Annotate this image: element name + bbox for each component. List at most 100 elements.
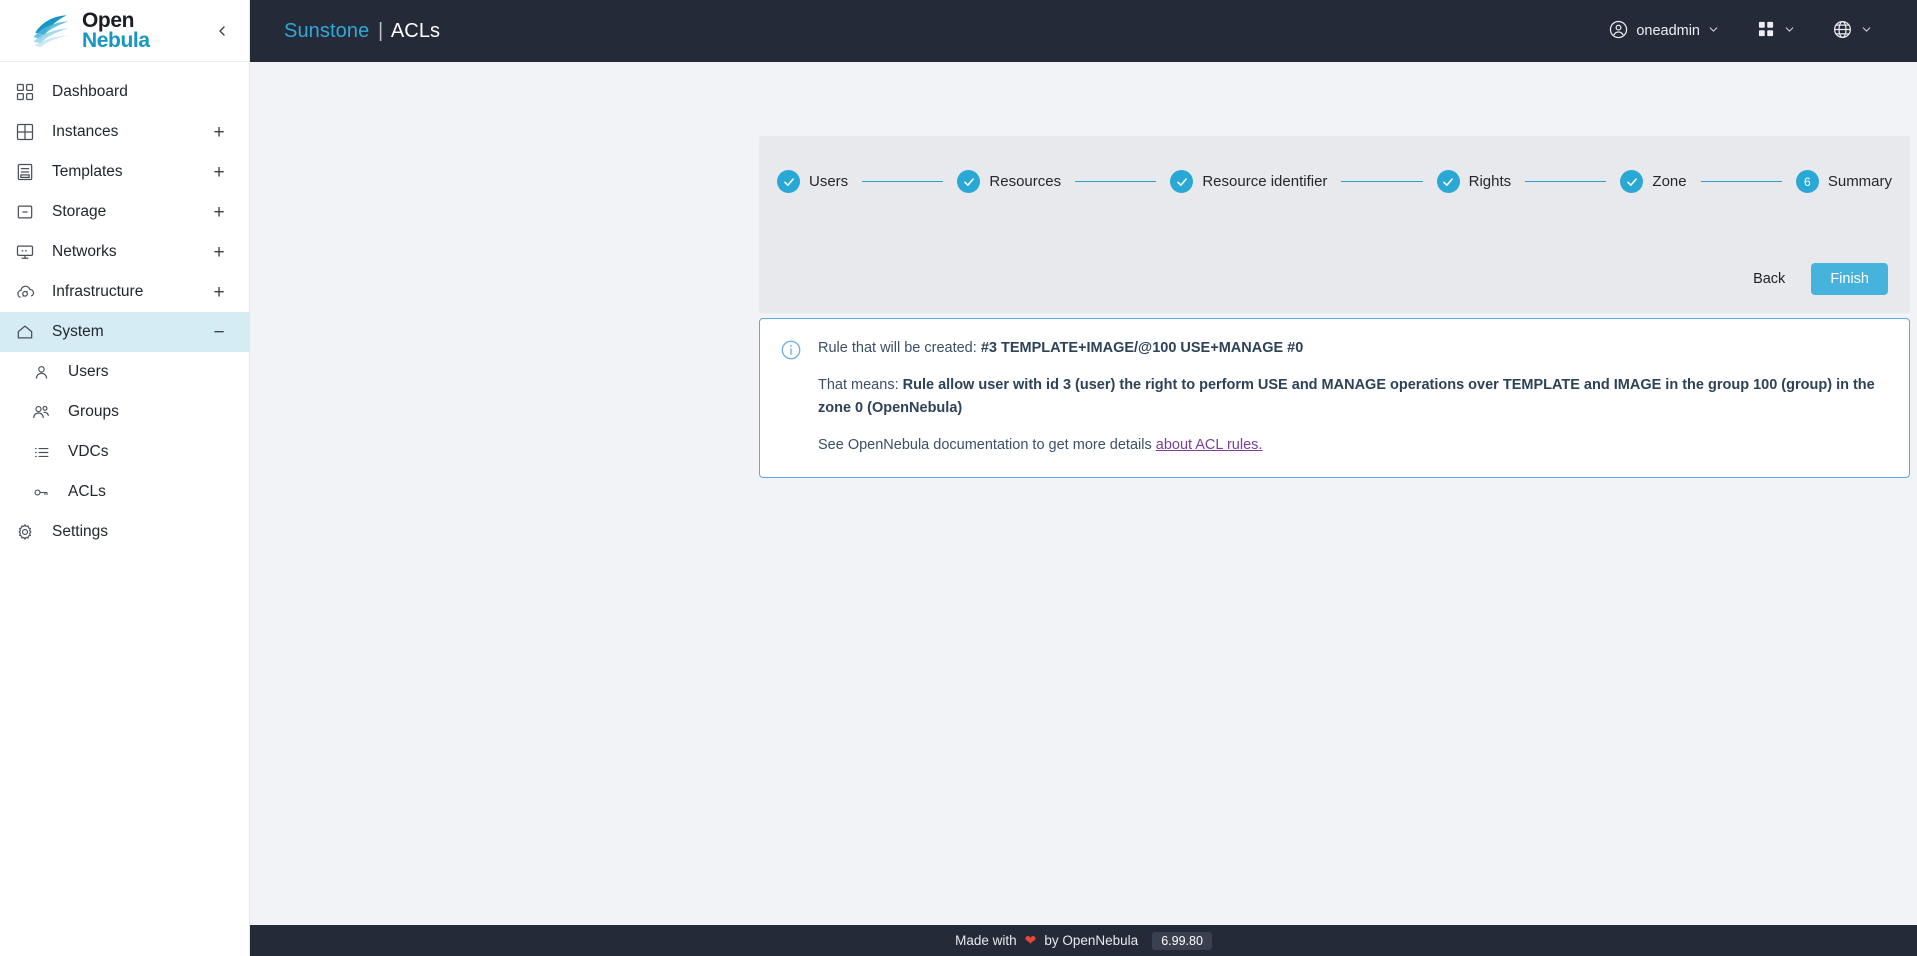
cloud-icon xyxy=(12,279,38,305)
sidebar-item-groups[interactable]: Groups xyxy=(0,392,249,432)
brand-line-open: Open xyxy=(82,8,135,32)
step-resources[interactable]: Resources xyxy=(957,170,1061,193)
sidebar-item-storage[interactable]: Storage + xyxy=(0,192,249,232)
sidebar-item-acls[interactable]: ACLs xyxy=(0,472,249,512)
alert-meaning-prefix: That means: xyxy=(818,377,903,394)
sidebar-collapse-button[interactable] xyxy=(209,18,235,44)
users-icon xyxy=(28,399,54,425)
app-root: Open Nebula Dashboard Instances + Templa… xyxy=(0,0,1917,956)
sidebar-label: Groups xyxy=(68,403,119,420)
wizard-stepper: Users Resources Resource identifier Righ… xyxy=(759,136,1910,193)
key-icon xyxy=(28,479,54,505)
footer-made-with-label: Made with xyxy=(955,933,1017,948)
opennebula-logo-icon xyxy=(30,10,72,52)
step-zone[interactable]: Zone xyxy=(1620,170,1687,193)
step-label: Resource identifier xyxy=(1202,173,1328,190)
chevron-down-icon xyxy=(1860,23,1873,39)
sidebar: Open Nebula Dashboard Instances + Templa… xyxy=(0,0,250,956)
sidebar-label: System xyxy=(52,323,104,340)
gear-icon xyxy=(12,519,38,545)
alert-rule-prefix: Rule that will be created: xyxy=(818,340,981,356)
sidebar-label: Users xyxy=(68,363,109,380)
sidebar-logo-row: Open Nebula xyxy=(0,0,249,62)
user-menu-button[interactable]: oneadmin xyxy=(1598,13,1730,50)
sidebar-expander[interactable]: + xyxy=(211,283,227,302)
sidebar-item-vdcs[interactable]: VDCs xyxy=(0,432,249,472)
page-title: Sunstone | ACLs xyxy=(284,20,440,43)
sidebar-label: Dashboard xyxy=(52,83,128,100)
template-icon xyxy=(12,159,38,185)
chevron-down-icon xyxy=(1707,23,1720,39)
alert-rule-value: #3 TEMPLATE+IMAGE/@100 USE+MANAGE #0 xyxy=(980,340,1304,356)
storage-icon xyxy=(12,199,38,225)
step-label: Summary xyxy=(1827,173,1893,190)
step-connector xyxy=(1075,181,1157,182)
finish-button[interactable]: Finish xyxy=(1811,263,1888,295)
brand-line-nebula: Nebula xyxy=(82,28,150,52)
list-icon xyxy=(28,439,54,465)
sidebar-item-users[interactable]: Users xyxy=(0,352,249,392)
step-connector xyxy=(862,181,944,182)
topbar-brand: Sunstone xyxy=(284,19,370,42)
sidebar-label: Networks xyxy=(52,243,117,260)
check-icon xyxy=(1170,170,1194,193)
alert-rule-line: Rule that will be created: #3 TEMPLATE+I… xyxy=(818,337,1889,359)
sidebar-label: Templates xyxy=(52,163,123,180)
sidebar-item-infrastructure[interactable]: Infrastructure + xyxy=(0,272,249,312)
step-connector xyxy=(1700,181,1782,182)
sidebar-nav: Dashboard Instances + Templates + Storag… xyxy=(0,62,249,956)
step-resource-identifier[interactable]: Resource identifier xyxy=(1170,170,1327,193)
info-circle-icon xyxy=(780,337,804,457)
alert-docs-prefix: See OpenNebula documentation to get more… xyxy=(818,437,1156,454)
step-summary[interactable]: 6 Summary xyxy=(1795,170,1893,193)
content-area: Users Resources Resource identifier Righ… xyxy=(250,62,1917,925)
check-icon xyxy=(957,170,981,193)
apps-grid-icon xyxy=(1756,19,1776,43)
brand-wordmark: Open Nebula xyxy=(82,8,199,52)
sidebar-expander[interactable]: − xyxy=(211,323,227,342)
check-icon xyxy=(777,170,800,193)
back-button[interactable]: Back xyxy=(1743,264,1795,294)
language-menu-button[interactable] xyxy=(1822,13,1883,50)
sidebar-label: VDCs xyxy=(68,443,109,460)
top-bar: Sunstone | ACLs oneadmin xyxy=(250,0,1917,62)
wizard-panel: Users Resources Resource identifier Righ… xyxy=(759,136,1910,313)
dashboard-icon xyxy=(12,79,38,105)
step-users[interactable]: Users xyxy=(777,170,848,193)
alert-body: Rule that will be created: #3 TEMPLATE+I… xyxy=(818,337,1889,457)
version-badge: 6.99.80 xyxy=(1152,931,1212,950)
sidebar-expander[interactable]: + xyxy=(211,203,227,222)
user-icon xyxy=(28,359,54,385)
acl-rules-doc-link[interactable]: about ACL rules. xyxy=(1156,437,1263,453)
step-label: Rights xyxy=(1468,173,1512,190)
rule-summary-alert: Rule that will be created: #3 TEMPLATE+I… xyxy=(759,318,1910,478)
home-icon xyxy=(12,319,38,345)
network-icon xyxy=(12,239,38,265)
sidebar-item-dashboard[interactable]: Dashboard xyxy=(0,72,249,112)
sidebar-item-networks[interactable]: Networks + xyxy=(0,232,249,272)
step-label: Zone xyxy=(1652,173,1687,190)
sidebar-expander[interactable]: + xyxy=(211,243,227,262)
sidebar-item-settings[interactable]: Settings xyxy=(0,512,249,552)
heart-icon: ❤ xyxy=(1024,932,1037,948)
check-icon xyxy=(1436,170,1460,193)
sidebar-item-templates[interactable]: Templates + xyxy=(0,152,249,192)
topbar-section: ACLs xyxy=(390,19,441,42)
step-label: Resources xyxy=(989,173,1062,190)
globe-icon xyxy=(1832,19,1853,44)
user-name-label: oneadmin xyxy=(1636,23,1700,39)
alert-meaning-value: Rule allow user with id 3 (user) the rig… xyxy=(818,377,1875,416)
apps-menu-button[interactable] xyxy=(1746,13,1806,49)
footer: Made with ❤ by OpenNebula 6.99.80 xyxy=(250,925,1917,956)
alert-docs-line: See OpenNebula documentation to get more… xyxy=(818,434,1889,456)
step-rights[interactable]: Rights xyxy=(1436,170,1512,193)
sidebar-item-system[interactable]: System − xyxy=(0,312,249,352)
sidebar-label: Settings xyxy=(52,523,109,540)
main-area: Sunstone | ACLs oneadmin Users Resources… xyxy=(250,0,1917,956)
account-circle-icon xyxy=(1608,19,1629,44)
sidebar-expander[interactable]: + xyxy=(211,163,227,182)
sidebar-item-instances[interactable]: Instances + xyxy=(0,112,249,152)
alert-meaning-line: That means: Rule allow user with id 3 (u… xyxy=(818,374,1889,419)
check-icon xyxy=(1620,170,1644,193)
sidebar-expander[interactable]: + xyxy=(211,123,227,142)
